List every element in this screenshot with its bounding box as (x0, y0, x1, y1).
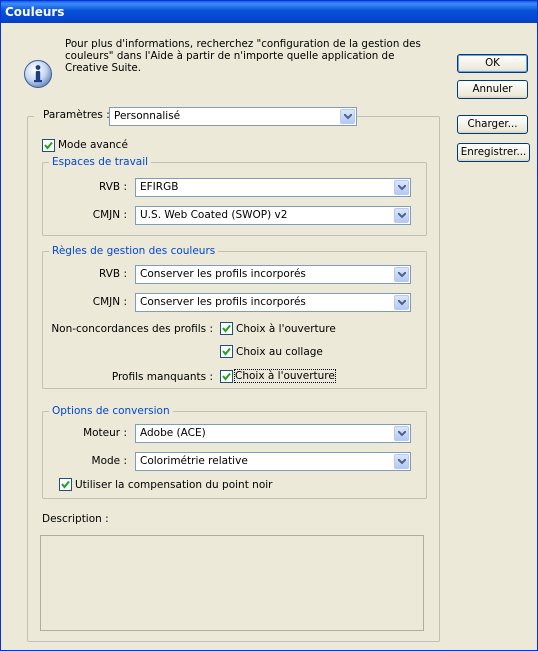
settings-label: Paramètres : (41, 109, 112, 121)
ask-when-pasting-label[interactable]: Choix au collage (236, 346, 323, 358)
missing-ask-when-opening-checkbox[interactable] (220, 370, 233, 383)
cmyk-policy-select[interactable]: Conserver les profils incorporés (135, 293, 411, 312)
cmyk-workspace-label: CMJN : (92, 209, 127, 221)
description-label: Description : (42, 513, 109, 525)
advanced-mode-label[interactable]: Mode avancé (58, 139, 128, 151)
profile-mismatch-label: Non-concordances des profils : (51, 323, 213, 335)
rgb-workspace-label: RVB : (99, 181, 127, 193)
chevron-down-icon[interactable] (394, 454, 409, 469)
cmyk-workspace-select[interactable]: U.S. Web Coated (SWOP) v2 (135, 206, 411, 225)
missing-profiles-label: Profils manquants : (111, 371, 213, 383)
title-bar: Couleurs (1, 1, 537, 23)
info-text: Pour plus d'informations, recherchez "co… (65, 38, 421, 74)
chevron-down-icon[interactable] (394, 295, 409, 310)
save-button[interactable]: Enregistrer... (457, 143, 530, 162)
cmyk-workspace-value: U.S. Web Coated (SWOP) v2 (140, 209, 288, 221)
cancel-button[interactable]: Annuler (457, 80, 528, 99)
conversion-options-legend: Options de conversion (52, 405, 170, 417)
policies-legend: Règles de gestion des couleurs (52, 245, 216, 257)
black-point-compensation-checkbox[interactable] (59, 478, 72, 491)
window-title: Couleurs (5, 5, 65, 19)
missing-ask-when-opening-label[interactable]: Choix à l'ouverture (234, 369, 336, 383)
settings-value: Personnalisé (114, 110, 181, 122)
engine-select[interactable]: Adobe (ACE) (135, 424, 411, 443)
chevron-down-icon[interactable] (394, 180, 409, 195)
rgb-workspace-value: EFIRGB (140, 181, 179, 193)
rgb-workspace-select[interactable]: EFIRGB (135, 178, 411, 197)
color-settings-dialog: Couleurs Pour plus d'informations, reche… (0, 0, 538, 651)
cmyk-policy-label: CMJN : (92, 296, 127, 308)
chevron-down-icon[interactable] (394, 426, 409, 441)
ask-when-opening-label[interactable]: Choix à l'ouverture (236, 323, 336, 335)
engine-value: Adobe (ACE) (140, 427, 206, 439)
working-spaces-legend: Espaces de travail (52, 156, 149, 168)
advanced-mode-checkbox[interactable] (42, 139, 55, 152)
intent-label: Mode : (91, 455, 127, 467)
chevron-down-icon[interactable] (394, 267, 409, 282)
chevron-down-icon[interactable] (394, 208, 409, 223)
ask-when-pasting-checkbox[interactable] (220, 345, 233, 358)
rgb-policy-value: Conserver les profils incorporés (140, 268, 306, 280)
engine-label: Moteur : (83, 427, 127, 439)
intent-value: Colorimétrie relative (140, 455, 248, 467)
info-icon (23, 59, 53, 89)
cmyk-policy-value: Conserver les profils incorporés (140, 296, 306, 308)
rgb-policy-label: RVB : (99, 268, 127, 280)
ask-when-opening-checkbox[interactable] (220, 322, 233, 335)
chevron-down-icon[interactable] (340, 109, 355, 124)
description-box (40, 535, 424, 631)
settings-select[interactable]: Personnalisé (109, 107, 357, 126)
black-point-compensation-label[interactable]: Utiliser la compensation du point noir (75, 479, 272, 491)
load-button[interactable]: Charger... (457, 115, 528, 134)
rgb-policy-select[interactable]: Conserver les profils incorporés (135, 265, 411, 284)
intent-select[interactable]: Colorimétrie relative (135, 452, 411, 471)
ok-button[interactable]: OK (457, 54, 528, 73)
